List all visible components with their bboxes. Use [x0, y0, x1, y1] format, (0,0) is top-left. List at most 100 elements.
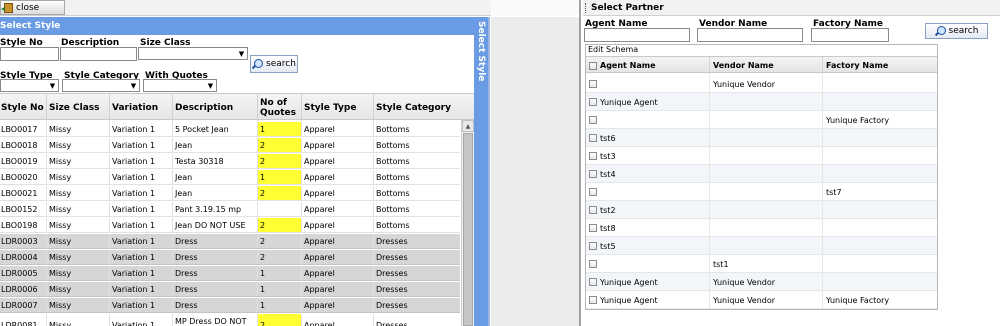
- row-checkbox[interactable]: [589, 116, 597, 124]
- select-style-vertical-tab[interactable]: Select Style: [474, 17, 488, 326]
- row-checkbox[interactable]: [589, 224, 597, 232]
- cell-style-type: Apparel: [301, 138, 373, 152]
- cell-category: Bottoms: [373, 154, 460, 168]
- cell-size-class: Missy: [46, 250, 109, 264]
- style-row[interactable]: LDR0081MissyVariation 1MP Dress DO NOT U…: [0, 314, 460, 326]
- style-row[interactable]: LBO0017 Missy Variation 15 Pocket Jean 1 App…: [0, 122, 460, 137]
- partner-row[interactable]: tst4: [586, 165, 937, 183]
- cell-vendor-name: [709, 165, 821, 183]
- style-no-input[interactable]: [0, 47, 59, 61]
- col-agent-name[interactable]: Agent Name: [586, 57, 708, 74]
- col-style-no[interactable]: Style No: [0, 94, 46, 121]
- partner-grid: Edit Schema Agent Name Vendor Name Facto…: [585, 44, 938, 310]
- partner-search-button[interactable]: search: [925, 23, 988, 39]
- style-grid-scrollbar[interactable]: ▲: [461, 120, 474, 326]
- row-checkbox[interactable]: [589, 242, 597, 250]
- cell-style-type: Apparel: [301, 186, 373, 200]
- style-type-select[interactable]: ▼: [0, 79, 59, 92]
- row-checkbox[interactable]: [589, 278, 597, 286]
- style-row[interactable]: LBO0020 Missy Variation 1 Jean 1 Apparel Botto…: [0, 170, 460, 185]
- cell-variation: Variation 1: [109, 282, 172, 296]
- partner-row[interactable]: Yunique Agent Yunique Vendor: [586, 273, 937, 291]
- col-vendor-name[interactable]: Vendor Name: [709, 57, 821, 74]
- style-search-label: search: [266, 59, 296, 69]
- partner-row[interactable]: Yunique Vendor: [586, 75, 937, 93]
- select-all-checkbox[interactable]: [589, 61, 597, 70]
- edit-schema-link[interactable]: Edit Schema: [586, 45, 638, 55]
- style-row[interactable]: LDR0003 Missy Variation 1 Dress 2 Apparel Dres…: [0, 234, 460, 249]
- cell-agent-name: tst6: [586, 129, 708, 147]
- partner-row[interactable]: tst8: [586, 219, 937, 237]
- style-search-button[interactable]: search: [250, 55, 298, 73]
- partner-row[interactable]: tst5: [586, 237, 937, 255]
- col-description[interactable]: Description: [172, 94, 257, 121]
- agent-name-text: tst3: [600, 151, 616, 161]
- style-row[interactable]: LBO0019 Missy Variation 1 Testa 30318 2 Appar…: [0, 154, 460, 169]
- agent-name-text: Yunique Agent: [600, 295, 658, 305]
- cell-description: Pant 3.19.15 mp: [172, 202, 257, 216]
- style-row[interactable]: LBO0021 Missy Variation 1 Jean 2 Apparel Botto…: [0, 186, 460, 201]
- row-checkbox[interactable]: [589, 206, 597, 214]
- agent-name-input[interactable]: [584, 28, 690, 42]
- partner-row[interactable]: Yunique Agent: [586, 93, 937, 111]
- row-checkbox[interactable]: [589, 296, 597, 304]
- style-category-select[interactable]: ▼: [62, 79, 140, 92]
- style-grid-body: LBO0017 Missy Variation 15 Pocket Jean 1 App…: [0, 120, 460, 326]
- middle-empty-area: [491, 17, 579, 326]
- cell-variation: Variation 1: [109, 250, 172, 264]
- style-row[interactable]: LDR0007 Missy Variation 1 Dress 1 Apparel Dres…: [0, 298, 460, 313]
- style-row[interactable]: LBO0152 Missy Variation 1 Pant 3.19.15 mp Ap…: [0, 202, 460, 217]
- partner-row[interactable]: tst7: [586, 183, 937, 201]
- col-variation[interactable]: Variation: [109, 94, 172, 121]
- partner-row[interactable]: Yunique Agent Yunique Vendor Yunique Facto…: [586, 291, 937, 309]
- row-checkbox[interactable]: [589, 170, 597, 178]
- row-checkbox[interactable]: [589, 80, 597, 88]
- cell-description: MP Dress DO NOT USE: [172, 314, 257, 326]
- partner-row[interactable]: tst1: [586, 255, 937, 273]
- partner-row[interactable]: Yunique Factory: [586, 111, 937, 129]
- col-style-category[interactable]: Style Category: [373, 94, 474, 121]
- cell-style-type: Apparel: [301, 250, 373, 264]
- close-button[interactable]: close: [0, 0, 65, 15]
- cell-style-no: LDR0005: [0, 266, 46, 280]
- row-checkbox[interactable]: [589, 98, 597, 106]
- cell-factory-name: [822, 147, 937, 165]
- row-checkbox[interactable]: [589, 152, 597, 160]
- description-input[interactable]: [60, 47, 137, 61]
- cell-factory-name: tst7: [822, 183, 937, 201]
- row-checkbox[interactable]: [589, 134, 597, 142]
- with-quotes-select[interactable]: ▼: [143, 79, 217, 92]
- col-no-of-quotes[interactable]: No of Quotes: [257, 94, 301, 121]
- style-row[interactable]: LBO0018 Missy Variation 1 Jean 2 Apparel Botto…: [0, 138, 460, 153]
- partner-row[interactable]: tst2: [586, 201, 937, 219]
- cell-category: Bottoms: [373, 170, 460, 184]
- size-class-select[interactable]: ▼: [138, 47, 248, 60]
- cell-category: Dresses: [373, 314, 460, 326]
- cell-style-no: LBO0018: [0, 138, 46, 152]
- col-style-type[interactable]: Style Type: [301, 94, 373, 121]
- partner-row[interactable]: tst6: [586, 129, 937, 147]
- cell-quotes: 2: [257, 314, 301, 326]
- vendor-name-input[interactable]: [697, 28, 803, 42]
- cell-category: Dresses: [373, 266, 460, 280]
- cell-size-class: Missy: [46, 202, 109, 216]
- row-checkbox[interactable]: [589, 188, 597, 196]
- cell-size-class: Missy: [46, 154, 109, 168]
- partner-row[interactable]: tst3: [586, 147, 937, 165]
- drag-grip-icon[interactable]: [585, 3, 587, 13]
- style-row[interactable]: LBO0198 Missy Variation 1 Jean DO NOT USE 2 A…: [0, 218, 460, 233]
- splitter[interactable]: [579, 0, 581, 326]
- cell-style-no: LBO0020: [0, 170, 46, 184]
- factory-name-input[interactable]: [811, 28, 889, 42]
- style-row[interactable]: LDR0006 Missy Variation 1 Dress 1 Apparel Dres…: [0, 282, 460, 297]
- agent-name-text: tst4: [600, 169, 616, 179]
- cell-quotes: 1: [257, 298, 301, 312]
- cell-quotes: 1: [257, 282, 301, 296]
- style-row[interactable]: LDR0004 Missy Variation 1 Dress 2 Apparel Dres…: [0, 250, 460, 265]
- row-checkbox[interactable]: [589, 260, 597, 268]
- scroll-up-icon[interactable]: ▲: [462, 120, 474, 132]
- scrollbar-thumb[interactable]: [463, 133, 473, 326]
- col-size-class[interactable]: Size Class: [46, 94, 109, 121]
- style-row[interactable]: LDR0005 Missy Variation 1 Dress 1 Apparel Dres…: [0, 266, 460, 281]
- col-factory-name[interactable]: Factory Name: [822, 57, 937, 74]
